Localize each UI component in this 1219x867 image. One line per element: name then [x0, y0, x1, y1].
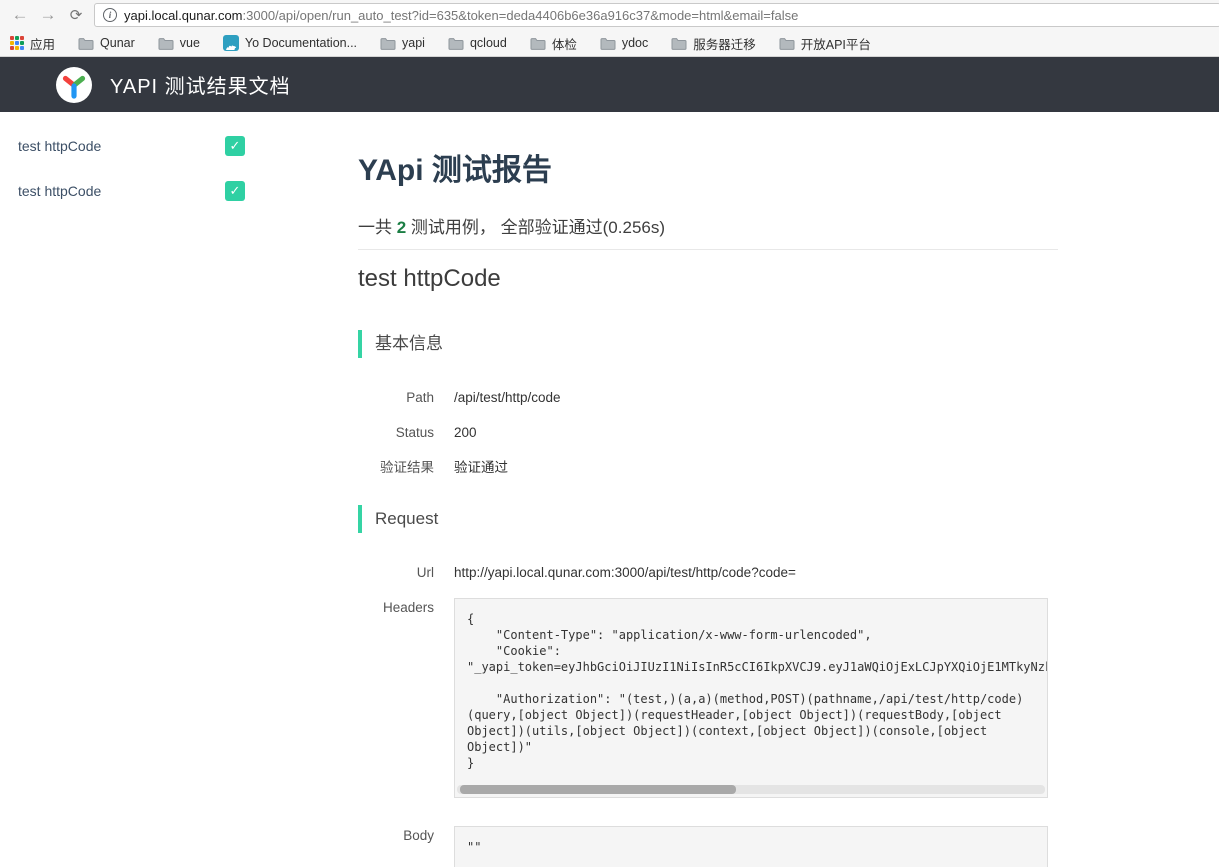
section-heading-request: Request [358, 505, 1058, 533]
basic-info-rows: Path /api/test/http/code Status 200 验证结果… [358, 388, 1058, 478]
info-row-label: Path [358, 388, 434, 408]
folder-icon [380, 37, 396, 50]
url-label: Url [358, 563, 434, 583]
scrollbar-thumb[interactable] [460, 785, 736, 794]
bookmark-label: vue [180, 36, 200, 50]
info-row: 验证结果 验证通过 [358, 458, 1058, 478]
folder-icon [530, 37, 546, 50]
body-code-block: "" [454, 826, 1048, 867]
bookmarks-bar: 应用 Qunar vue Yo Documentation... [0, 30, 1219, 57]
apps-grid-icon [10, 36, 24, 50]
report-summary: 一共 2 测试用例， 全部验证通过(0.256s) [358, 213, 1058, 238]
divider [358, 249, 1058, 250]
bookmark-item[interactable]: yapi [380, 36, 425, 50]
browser-toolbar: ← → ⟳ i yapi.local.qunar.com:3000/api/op… [0, 0, 1219, 30]
info-row-label: Status [358, 423, 434, 443]
bookmark-item[interactable]: ydoc [600, 36, 648, 50]
folder-icon [158, 37, 174, 50]
sidebar: test httpCode ✓ test httpCode ✓ [0, 136, 263, 226]
folder-icon [448, 37, 464, 50]
summary-suffix: 测试用例， 全部验证通过(0.256s) [406, 218, 665, 237]
report-title: YApi 测试报告 [358, 145, 1058, 189]
bookmark-label: yapi [402, 36, 425, 50]
info-row-label: 验证结果 [358, 458, 434, 478]
folder-icon [671, 37, 687, 50]
app-title: YAPI 测试结果文档 [110, 70, 291, 99]
case-title: test httpCode [358, 265, 1058, 293]
url-text: yapi.local.qunar.com:3000/api/open/run_a… [124, 8, 798, 23]
page-info-icon[interactable]: i [103, 8, 117, 22]
summary-count: 2 [397, 218, 406, 237]
url-path: :3000/api/open/run_auto_test?id=635&toke… [243, 8, 799, 23]
folder-icon [600, 37, 616, 50]
bookmark-label: 服务器迁移 [693, 34, 756, 53]
section-heading-basic-info: 基本信息 [358, 330, 1058, 358]
sidebar-item-label: test httpCode [18, 138, 101, 154]
bookmark-label: 应用 [30, 34, 55, 53]
bookmark-item[interactable]: 体检 [530, 34, 577, 53]
passed-check-icon: ✓ [225, 181, 245, 201]
folder-icon [78, 37, 94, 50]
bookmark-item[interactable]: 开放API平台 [779, 34, 871, 53]
address-bar[interactable]: i yapi.local.qunar.com:3000/api/open/run… [94, 3, 1219, 27]
back-icon[interactable]: ← [8, 3, 32, 27]
body-code: "" [455, 827, 1047, 867]
headers-row: Headers { "Content-Type": "application/x… [358, 598, 1058, 798]
sidebar-item-test-case[interactable]: test httpCode ✓ [18, 136, 245, 156]
bookmark-label: Yo Documentation... [245, 36, 357, 50]
horizontal-scrollbar[interactable] [457, 785, 1045, 794]
yapi-logo-icon [56, 67, 92, 103]
bookmark-item[interactable]: vue [158, 36, 200, 50]
body-label: Body [358, 826, 434, 846]
bookmark-item[interactable]: Yo Documentation... [223, 35, 357, 51]
refresh-icon[interactable]: ⟳ [64, 3, 88, 27]
info-row: Path /api/test/http/code [358, 388, 1058, 408]
folder-icon [779, 37, 795, 50]
headers-code: { "Content-Type": "application/x-www-for… [455, 599, 1047, 783]
bookmark-label: Qunar [100, 36, 135, 50]
headers-label: Headers [358, 598, 434, 618]
sidebar-item-test-case[interactable]: test httpCode ✓ [18, 181, 245, 201]
url-domain: yapi.local.qunar.com [124, 8, 243, 23]
bookmark-item[interactable]: 应用 [10, 34, 55, 53]
forward-icon[interactable]: → [36, 3, 60, 27]
info-row-value: /api/test/http/code [454, 388, 561, 408]
app-header: YAPI 测试结果文档 [0, 57, 1219, 112]
headers-code-block: { "Content-Type": "application/x-www-for… [454, 598, 1048, 798]
info-row-value: 200 [454, 423, 477, 443]
bookmark-label: 开放API平台 [801, 34, 871, 53]
body-row: Body "" [358, 826, 1058, 867]
bookmark-label: qcloud [470, 36, 507, 50]
bookmark-item[interactable]: 服务器迁移 [671, 34, 756, 53]
sidebar-item-label: test httpCode [18, 183, 101, 199]
url-row: Url http://yapi.local.qunar.com:3000/api… [358, 563, 1058, 583]
passed-check-icon: ✓ [225, 136, 245, 156]
camel-icon [223, 35, 239, 51]
bookmark-item[interactable]: qcloud [448, 36, 507, 50]
bookmark-label: ydoc [622, 36, 648, 50]
summary-prefix: 一共 [358, 218, 397, 237]
bookmark-label: 体检 [552, 34, 577, 53]
info-row: Status 200 [358, 423, 1058, 443]
info-row-value: 验证通过 [454, 458, 508, 478]
bookmark-item[interactable]: Qunar [78, 36, 135, 50]
report-main: YApi 测试报告 一共 2 测试用例， 全部验证通过(0.256s) test… [358, 112, 1058, 867]
url-value: http://yapi.local.qunar.com:3000/api/tes… [454, 563, 796, 583]
